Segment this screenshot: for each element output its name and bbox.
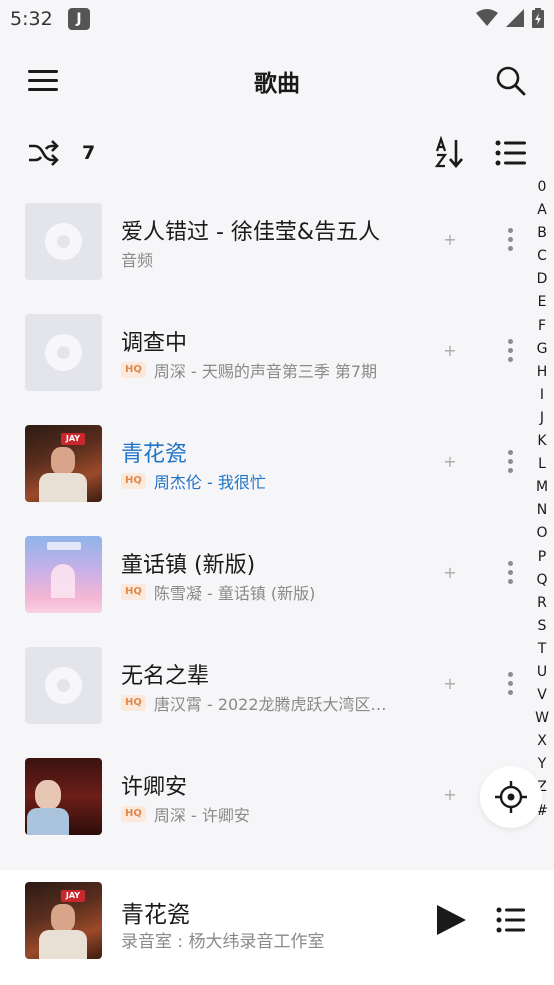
album-cover-placeholder	[25, 203, 102, 280]
alphabet-index-letter[interactable]: X	[530, 730, 554, 753]
song-artist-album: 陈雪凝 - 童话镇 (新版)	[153, 584, 316, 603]
alphabet-index-letter[interactable]: T	[530, 638, 554, 661]
add-icon[interactable]: +	[440, 452, 460, 472]
alphabet-index-letter[interactable]: W	[530, 707, 554, 730]
disc-icon	[45, 334, 82, 371]
alphabet-index-letter[interactable]: I	[530, 384, 554, 407]
more-vertical-icon[interactable]	[500, 670, 520, 700]
alphabet-index-letter[interactable]: F	[530, 315, 554, 338]
add-icon[interactable]: +	[440, 785, 460, 805]
add-icon[interactable]: +	[440, 674, 460, 694]
song-subtitle: HQ 周杰伦 - 我很忙	[121, 469, 411, 493]
song-row[interactable]: 许卿安 HQ 周深 - 许卿安 +	[0, 741, 554, 851]
song-row[interactable]: 童话镇 (新版) HQ 陈雪凝 - 童话镇 (新版) +	[0, 519, 554, 629]
music-app-screen: 5:32 J 歌曲 7 爱人错过 - 徐佳莹&告五人 音频 + 调查中 HQ 周…	[0, 0, 554, 985]
song-artist-album: 周杰伦 - 我很忙	[153, 473, 266, 492]
alphabet-index-letter[interactable]: B	[530, 222, 554, 245]
album-cover-placeholder	[25, 647, 102, 724]
disc-icon	[45, 667, 82, 704]
alphabet-index-letter[interactable]: G	[530, 338, 554, 361]
alphabet-index-letter[interactable]: E	[530, 291, 554, 314]
sort-az-icon[interactable]	[433, 136, 467, 170]
hq-badge: HQ	[121, 362, 146, 378]
status-time: 5:32	[10, 8, 53, 30]
alphabet-index-letter[interactable]: 0	[530, 176, 554, 199]
alphabet-index-letter[interactable]: U	[530, 661, 554, 684]
song-title: 无名之辈	[121, 664, 210, 689]
song-subtitle: 音频	[121, 247, 411, 271]
signal-icon	[506, 9, 524, 27]
album-cover-image: JAY	[25, 425, 102, 502]
hq-badge: HQ	[121, 806, 146, 822]
play-icon[interactable]	[434, 903, 468, 937]
alphabet-index-letter[interactable]: R	[530, 592, 554, 615]
song-subtitle: HQ 陈雪凝 - 童话镇 (新版)	[121, 580, 411, 604]
player-title: 青花瓷	[121, 902, 190, 928]
list-toolbar: 7	[0, 130, 554, 176]
alphabet-index-letter[interactable]: A	[530, 199, 554, 222]
list-view-icon[interactable]	[494, 138, 528, 168]
more-vertical-icon[interactable]	[500, 559, 520, 589]
song-row-now-playing[interactable]: JAY 青花瓷 HQ 周杰伦 - 我很忙 +	[0, 408, 554, 518]
song-artist-album: 周深 - 天赐的声音第三季 第7期	[153, 362, 378, 381]
hq-badge: HQ	[121, 473, 146, 489]
add-icon[interactable]: +	[440, 563, 460, 583]
queue-icon[interactable]	[496, 906, 526, 934]
song-subtitle: HQ 唐汉霄 - 2022龙腾虎跃大湾区…	[121, 691, 411, 715]
song-artist-album: 唐汉霄 - 2022龙腾虎跃大湾区…	[153, 695, 387, 714]
search-icon[interactable]	[492, 62, 528, 98]
alphabet-index-letter[interactable]: N	[530, 499, 554, 522]
add-icon[interactable]: +	[440, 230, 460, 250]
album-cover-placeholder	[25, 314, 102, 391]
alphabet-index-letter[interactable]: J	[530, 407, 554, 430]
alphabet-index-letter[interactable]: Q	[530, 569, 554, 592]
app-header: 歌曲	[0, 50, 554, 110]
alphabet-index-letter[interactable]: K	[530, 430, 554, 453]
song-count: 7	[82, 142, 96, 164]
album-cover-image	[25, 758, 102, 835]
mini-player[interactable]: JAY 青花瓷 录音室 : 杨大纬录音工作室	[0, 870, 554, 985]
battery-icon	[532, 8, 544, 28]
alphabet-index-letter[interactable]: C	[530, 245, 554, 268]
player-album-cover: JAY	[25, 882, 102, 959]
alphabet-index-letter[interactable]: V	[530, 684, 554, 707]
more-vertical-icon[interactable]	[500, 337, 520, 367]
disc-icon	[45, 223, 82, 260]
song-title: 爱人错过 - 徐佳莹&告五人	[121, 220, 381, 245]
notification-app-icon: J	[68, 8, 90, 30]
add-icon[interactable]: +	[440, 341, 460, 361]
hq-badge: HQ	[121, 584, 146, 600]
song-artist-album: 周深 - 许卿安	[153, 806, 250, 825]
alphabet-index-letter[interactable]: S	[530, 615, 554, 638]
song-title: 童话镇 (新版)	[121, 553, 256, 578]
song-subtitle: HQ 周深 - 天赐的声音第三季 第7期	[121, 358, 411, 382]
song-row[interactable]: 无名之辈 HQ 唐汉霄 - 2022龙腾虎跃大湾区… +	[0, 630, 554, 740]
song-subtitle: HQ 周深 - 许卿安	[121, 802, 411, 826]
song-row[interactable]: 爱人错过 - 徐佳莹&告五人 音频 +	[0, 186, 554, 296]
status-bar: 5:32 J	[0, 0, 554, 40]
alphabet-index-letter[interactable]: O	[530, 522, 554, 545]
more-vertical-icon[interactable]	[500, 448, 520, 478]
song-title: 调查中	[121, 331, 188, 356]
page-title: 歌曲	[254, 71, 300, 97]
locate-current-icon[interactable]	[480, 766, 542, 828]
alphabet-index-letter[interactable]: H	[530, 361, 554, 384]
shuffle-icon[interactable]	[27, 138, 59, 168]
alphabet-index-letter[interactable]: L	[530, 453, 554, 476]
alphabet-index[interactable]: 0 A B C D E F G H I J K L M N O P Q R S T U V W X Y Z #	[530, 176, 554, 823]
song-row[interactable]: 调查中 HQ 周深 - 天赐的声音第三季 第7期 +	[0, 297, 554, 407]
more-vertical-icon[interactable]	[500, 226, 520, 256]
wifi-icon	[476, 9, 498, 26]
player-subtitle: 录音室 : 杨大纬录音工作室	[121, 932, 325, 952]
song-title: 许卿安	[121, 775, 188, 800]
alphabet-index-letter[interactable]: Y	[530, 753, 554, 776]
song-title: 青花瓷	[121, 442, 188, 467]
song-artist-album: 音频	[121, 251, 154, 270]
alphabet-index-letter[interactable]: P	[530, 546, 554, 569]
system-icons	[476, 8, 544, 28]
album-cover-image	[25, 536, 102, 613]
hq-badge: HQ	[121, 695, 146, 711]
alphabet-index-letter[interactable]: M	[530, 476, 554, 499]
alphabet-index-letter[interactable]: D	[530, 268, 554, 291]
